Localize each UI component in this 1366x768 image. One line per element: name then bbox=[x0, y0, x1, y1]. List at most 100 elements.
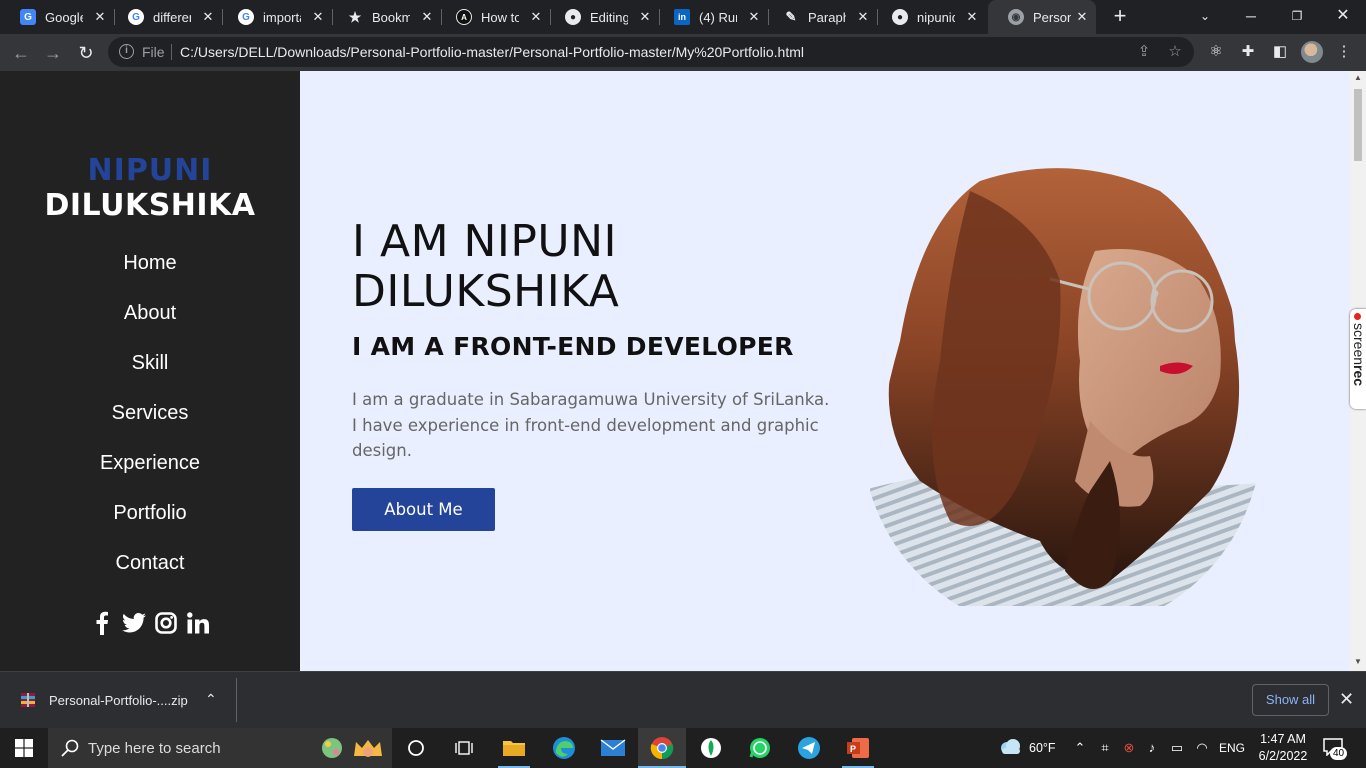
close-tab-icon[interactable]: ✕ bbox=[200, 9, 216, 25]
tab-nipunid[interactable]: ● nipunid/ ✕ bbox=[872, 0, 986, 34]
tab-how-to[interactable]: A How to I ✕ bbox=[436, 0, 551, 34]
close-tab-icon[interactable]: ✕ bbox=[528, 9, 544, 25]
extensions-puzzle-icon[interactable]: ✚ bbox=[1238, 42, 1258, 62]
mail-app[interactable] bbox=[589, 728, 637, 768]
browser-toolbar: ← → ↻ i File C:/Users/DELL/Downloads/Per… bbox=[0, 34, 1366, 71]
chevron-up-icon[interactable]: ⌃ bbox=[1072, 740, 1088, 756]
close-window-button[interactable]: ✕ bbox=[1320, 0, 1366, 34]
linkedin-icon[interactable] bbox=[186, 609, 210, 637]
chrome-menu-icon[interactable]: ⋮ bbox=[1334, 42, 1354, 62]
tab-linkedin[interactable]: in (4) Rum ✕ bbox=[654, 0, 769, 34]
tab-search-button[interactable]: ⌄ bbox=[1182, 0, 1228, 34]
chevron-up-icon[interactable]: ⌃ bbox=[205, 691, 217, 708]
chrome-app[interactable] bbox=[638, 728, 686, 768]
scroll-up-arrow[interactable]: ▲ bbox=[1353, 73, 1363, 82]
quill-icon: ✎ bbox=[785, 9, 797, 24]
whatsapp-app[interactable] bbox=[736, 728, 784, 768]
info-icon[interactable]: i bbox=[119, 44, 134, 59]
close-tab-icon[interactable]: ✕ bbox=[1074, 9, 1090, 25]
file-explorer-app[interactable] bbox=[490, 728, 538, 768]
mongodb-compass-app[interactable] bbox=[687, 728, 735, 768]
tab-bookmarks[interactable]: ★ Bookmar ✕ bbox=[327, 0, 442, 34]
close-tab-icon[interactable]: ✕ bbox=[310, 9, 326, 25]
restore-button[interactable]: ❐ bbox=[1274, 0, 1320, 34]
back-button[interactable]: ← bbox=[8, 40, 34, 66]
minimize-button[interactable]: ─ bbox=[1228, 0, 1274, 34]
url-text[interactable]: C:/Users/DELL/Downloads/Personal-Portfol… bbox=[180, 44, 804, 60]
nav-about[interactable]: About bbox=[0, 301, 300, 351]
task-view-button[interactable] bbox=[440, 728, 488, 768]
twitter-icon[interactable] bbox=[122, 609, 146, 637]
volume-icon[interactable]: ♪ bbox=[1144, 740, 1160, 756]
nav-home[interactable]: Home bbox=[0, 251, 300, 301]
hero-headline: I AM NIPUNI DILUKSHIKA bbox=[352, 216, 620, 317]
profile-avatar[interactable] bbox=[1301, 41, 1323, 63]
edge-app[interactable] bbox=[540, 728, 588, 768]
wifi-icon[interactable]: ◠ bbox=[1194, 740, 1210, 756]
google-icon: G bbox=[238, 9, 254, 25]
start-button[interactable] bbox=[0, 728, 48, 768]
usb-device-icon[interactable]: ⌗ bbox=[1097, 740, 1113, 756]
forward-button[interactable]: → bbox=[40, 40, 66, 66]
cortana-ring-icon bbox=[408, 740, 424, 756]
download-file-name[interactable]: Personal-Portfolio-....zip bbox=[49, 693, 188, 708]
nav-skill[interactable]: Skill bbox=[0, 351, 300, 401]
nav-contact[interactable]: Contact bbox=[0, 551, 300, 601]
mail-icon bbox=[600, 739, 626, 756]
nav-experience[interactable]: Experience bbox=[0, 451, 300, 501]
close-tab-icon[interactable]: ✕ bbox=[637, 9, 653, 25]
instagram-icon[interactable] bbox=[154, 609, 178, 637]
tab-google-translate[interactable]: G Google T ✕ bbox=[0, 0, 115, 34]
close-tab-icon[interactable]: ✕ bbox=[855, 9, 871, 25]
whatsapp-icon bbox=[749, 738, 770, 758]
side-panel-icon[interactable]: ◧ bbox=[1270, 42, 1290, 62]
nav-services[interactable]: Services bbox=[0, 401, 300, 451]
close-tab-icon[interactable]: ✕ bbox=[746, 9, 762, 25]
nav-portfolio[interactable]: Portfolio bbox=[0, 501, 300, 551]
cortana-button[interactable] bbox=[392, 728, 440, 768]
tab-editing[interactable]: ● Editing P ✕ bbox=[545, 0, 660, 34]
weather-temp[interactable]: 60°F bbox=[1029, 741, 1056, 755]
address-bar[interactable]: i File C:/Users/DELL/Downloads/Personal-… bbox=[108, 37, 1194, 67]
close-tab-icon[interactable]: ✕ bbox=[419, 9, 435, 25]
react-devtools-icon[interactable]: ⚛ bbox=[1206, 42, 1226, 62]
show-all-button[interactable]: Show all bbox=[1252, 684, 1329, 716]
close-tab-icon[interactable]: ✕ bbox=[92, 9, 108, 25]
brand-first-name: NIPUNI bbox=[87, 153, 213, 188]
notification-center[interactable]: 40 bbox=[1323, 738, 1349, 760]
reload-button[interactable]: ↻ bbox=[73, 40, 99, 66]
screenrec-widget[interactable]: screenrec bbox=[1350, 309, 1366, 409]
telegram-app[interactable] bbox=[785, 728, 833, 768]
new-tab-button[interactable]: + bbox=[1108, 5, 1132, 29]
facebook-icon[interactable] bbox=[90, 609, 114, 637]
powerpoint-app[interactable]: P bbox=[834, 728, 882, 768]
notification-count: 40 bbox=[1330, 747, 1348, 760]
clock-time[interactable]: 1:47 AM bbox=[1259, 732, 1307, 746]
antivirus-icon[interactable]: ⊗ bbox=[1121, 740, 1137, 756]
page-viewport: NIPUNI DILUKSHIKA Home About Skill Servi… bbox=[0, 71, 1366, 671]
tab-paraphrase[interactable]: ✎ Paraphra ✕ bbox=[763, 0, 878, 34]
sidebar: NIPUNI DILUKSHIKA Home About Skill Servi… bbox=[0, 71, 300, 671]
clock-date[interactable]: 6/2/2022 bbox=[1257, 749, 1309, 763]
github-icon: ● bbox=[892, 9, 908, 25]
close-tab-icon[interactable]: ✕ bbox=[964, 9, 980, 25]
language-indicator[interactable]: ENG bbox=[1219, 741, 1245, 755]
tab-importan[interactable]: G importan ✕ bbox=[218, 0, 333, 34]
powerpoint-icon: P bbox=[847, 738, 869, 758]
tab-differenc[interactable]: G differenc ✕ bbox=[108, 0, 223, 34]
zip-file-icon bbox=[21, 693, 35, 707]
nav-menu: Home About Skill Services Experience Por… bbox=[0, 251, 300, 601]
share-icon[interactable]: ⇪ bbox=[1135, 43, 1153, 61]
taskbar-search[interactable]: Type here to search bbox=[48, 728, 392, 768]
battery-icon[interactable]: ▭ bbox=[1169, 740, 1185, 756]
social-links bbox=[0, 609, 300, 637]
hero-section: I AM NIPUNI DILUKSHIKA I AM A FRONT-END … bbox=[300, 71, 1350, 671]
bookmark-star-icon[interactable]: ☆ bbox=[1166, 43, 1184, 61]
folder-icon bbox=[503, 741, 525, 756]
about-me-button[interactable]: About Me bbox=[352, 488, 495, 531]
scroll-down-arrow[interactable]: ▼ bbox=[1353, 657, 1363, 666]
scheme-label: File bbox=[142, 44, 165, 60]
tab-personal[interactable]: ◉ Personal ✕ bbox=[988, 0, 1096, 34]
close-shelf-icon[interactable]: ✕ bbox=[1339, 689, 1354, 710]
scrollbar-thumb[interactable] bbox=[1354, 89, 1362, 161]
